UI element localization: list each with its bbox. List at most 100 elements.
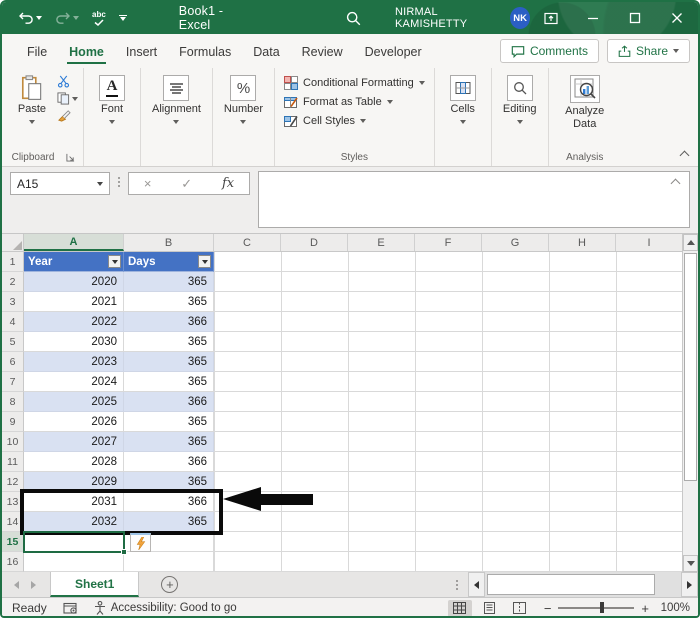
avatar[interactable]: NK xyxy=(510,7,530,29)
cell-a5[interactable]: 2030 xyxy=(24,332,124,352)
tab-home[interactable]: Home xyxy=(58,38,115,64)
cell-b7[interactable]: 365 xyxy=(124,372,214,392)
tab-review[interactable]: Review xyxy=(291,38,354,64)
tab-insert[interactable]: Insert xyxy=(115,38,168,64)
copy-button[interactable] xyxy=(57,92,78,105)
cell-b8[interactable]: 366 xyxy=(124,392,214,412)
column-header-b[interactable]: B xyxy=(124,234,214,251)
vertical-scrollbar-thumb[interactable] xyxy=(684,253,697,481)
row-header-1[interactable]: 1 xyxy=(2,252,24,272)
cell-a7[interactable]: 2024 xyxy=(24,372,124,392)
cell-b4[interactable]: 366 xyxy=(124,312,214,332)
horizontal-scrollbar[interactable] xyxy=(468,572,698,597)
row-header-8[interactable]: 8 xyxy=(2,392,24,412)
cell-b12[interactable]: 365 xyxy=(124,472,214,492)
row-header-2[interactable]: 2 xyxy=(2,272,24,292)
number-menu-button[interactable]: % Number xyxy=(218,71,269,126)
format-painter-button[interactable] xyxy=(57,109,78,122)
close-button[interactable] xyxy=(656,2,698,34)
row-header-6[interactable]: 6 xyxy=(2,352,24,372)
row-header-3[interactable]: 3 xyxy=(2,292,24,312)
format-as-table-button[interactable]: Format as Table xyxy=(284,95,425,109)
column-header-f[interactable]: F xyxy=(415,234,482,251)
column-header-c[interactable]: C xyxy=(214,234,281,251)
cell-a9[interactable]: 2026 xyxy=(24,412,124,432)
cell-b5[interactable]: 365 xyxy=(124,332,214,352)
column-header-a[interactable]: A xyxy=(24,234,124,251)
cell-b9[interactable]: 365 xyxy=(124,412,214,432)
row-header-12[interactable]: 12 xyxy=(2,472,24,492)
scroll-down-button[interactable] xyxy=(683,555,698,572)
cell-a11[interactable]: 2028 xyxy=(24,452,124,472)
new-sheet-button[interactable]: + xyxy=(161,576,179,593)
cell-a6[interactable]: 2023 xyxy=(24,352,124,372)
cell-b2[interactable]: 365 xyxy=(124,272,214,292)
cut-button[interactable] xyxy=(57,75,78,88)
zoom-level[interactable]: 100% xyxy=(656,602,690,614)
cell-a8[interactable]: 2025 xyxy=(24,392,124,412)
cell-b3[interactable]: 365 xyxy=(124,292,214,312)
paste-button[interactable]: Paste xyxy=(9,71,55,126)
cell-b11[interactable]: 366 xyxy=(124,452,214,472)
row-header-5[interactable]: 5 xyxy=(2,332,24,352)
ribbon-display-options-button[interactable] xyxy=(530,2,572,34)
next-sheet-button[interactable] xyxy=(31,580,36,589)
row-header-16[interactable]: 16 xyxy=(2,552,24,572)
undo-button[interactable] xyxy=(18,12,42,25)
column-header-h[interactable]: H xyxy=(549,234,616,251)
search-button[interactable] xyxy=(346,11,361,26)
scroll-right-button[interactable] xyxy=(681,572,698,597)
maximize-button[interactable] xyxy=(614,2,656,34)
horizontal-scrollbar-thumb[interactable] xyxy=(487,574,655,595)
cell-a13[interactable]: 2031 xyxy=(24,492,124,512)
active-cell-a15[interactable] xyxy=(23,531,127,555)
normal-view-button[interactable] xyxy=(447,599,472,616)
cell-a3[interactable]: 2021 xyxy=(24,292,124,312)
column-header-d[interactable]: D xyxy=(281,234,348,251)
tab-data[interactable]: Data xyxy=(242,38,290,64)
column-header-i[interactable]: I xyxy=(616,234,682,251)
alignment-menu-button[interactable]: Alignment xyxy=(146,71,207,126)
cell-a10[interactable]: 2027 xyxy=(24,432,124,452)
comments-button[interactable]: Comments xyxy=(499,39,599,63)
table-header-year[interactable]: Year xyxy=(24,252,124,272)
collapse-formula-bar-icon[interactable] xyxy=(670,178,681,189)
page-break-preview-button[interactable] xyxy=(508,600,532,617)
cell-styles-button[interactable]: Cell Styles xyxy=(284,114,425,128)
clipboard-dialog-launcher[interactable] xyxy=(66,153,75,162)
cell-b10[interactable]: 365 xyxy=(124,432,214,452)
sheet-tab-sheet1[interactable]: Sheet1 xyxy=(50,572,140,597)
zoom-slider-handle[interactable] xyxy=(600,602,605,614)
tab-scroll-splitter[interactable] xyxy=(456,579,468,590)
column-header-e[interactable]: E xyxy=(348,234,415,251)
accessibility-status[interactable]: Accessibility: Good to go xyxy=(94,601,237,615)
cell-b16[interactable] xyxy=(124,552,214,572)
zoom-out-button[interactable]: − xyxy=(544,601,552,616)
vertical-scrollbar[interactable] xyxy=(682,234,698,572)
macro-record-button[interactable] xyxy=(63,602,78,615)
zoom-slider[interactable] xyxy=(558,602,635,614)
editing-menu-button[interactable]: Editing xyxy=(497,71,543,126)
scroll-left-button[interactable] xyxy=(468,572,485,597)
analyze-data-button[interactable]: Analyze Data xyxy=(554,71,616,132)
cell-b13[interactable]: 366 xyxy=(124,492,214,512)
conditional-formatting-button[interactable]: Conditional Formatting xyxy=(284,76,425,90)
row-header-10[interactable]: 10 xyxy=(2,432,24,452)
row-header-11[interactable]: 11 xyxy=(2,452,24,472)
days-filter-button[interactable] xyxy=(198,255,211,268)
scroll-up-button[interactable] xyxy=(683,234,698,251)
row-header-7[interactable]: 7 xyxy=(2,372,24,392)
minimize-button[interactable] xyxy=(572,2,614,34)
customize-qat-button[interactable] xyxy=(118,15,127,21)
name-box[interactable]: A15 xyxy=(10,172,110,195)
undo-dropdown-icon[interactable] xyxy=(36,16,42,20)
column-header-g[interactable]: G xyxy=(482,234,549,251)
tab-developer[interactable]: Developer xyxy=(354,38,433,64)
row-header-9[interactable]: 9 xyxy=(2,412,24,432)
fill-handle[interactable] xyxy=(121,549,127,555)
collapse-ribbon-button[interactable] xyxy=(679,148,690,162)
spelling-button[interactable]: abc xyxy=(92,10,106,26)
row-header-14[interactable]: 14 xyxy=(2,512,24,532)
tab-file[interactable]: File xyxy=(16,38,58,64)
cell-a14[interactable]: 2032 xyxy=(24,512,124,532)
